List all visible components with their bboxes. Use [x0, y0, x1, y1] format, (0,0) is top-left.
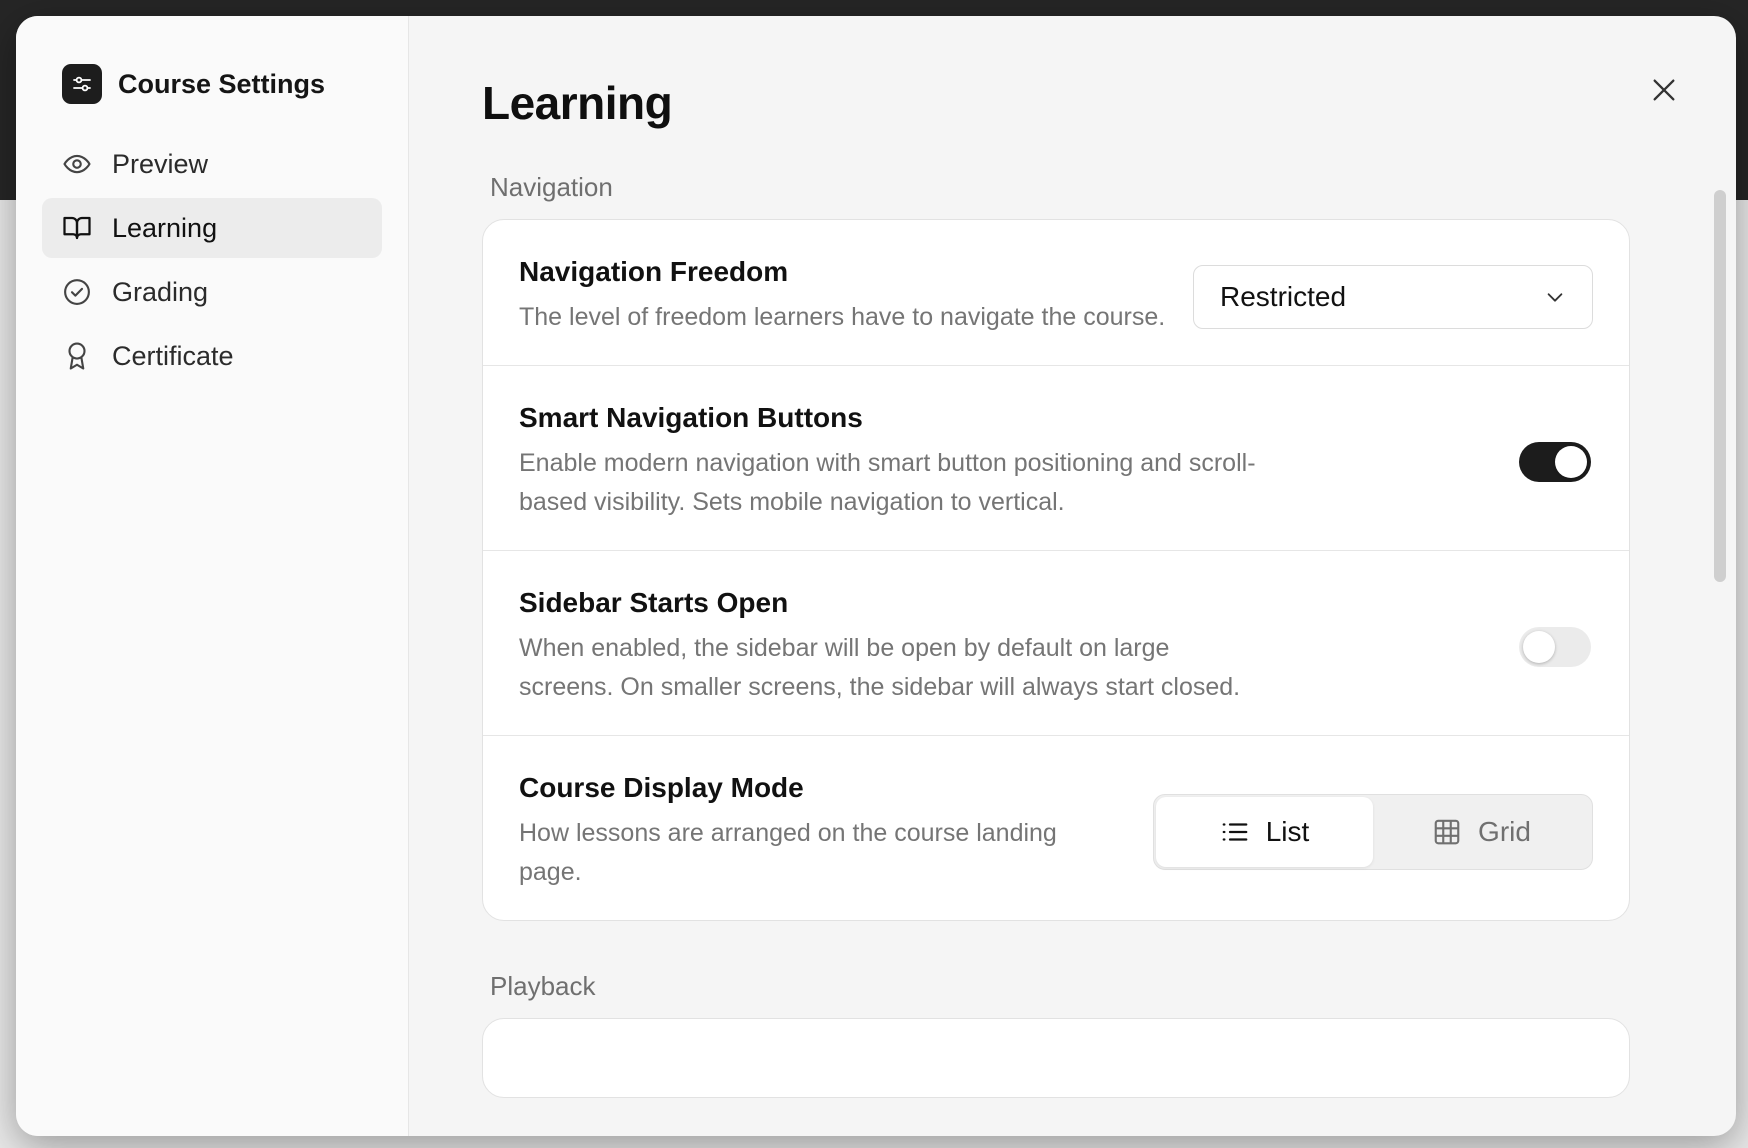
sidebar-open-toggle[interactable]: [1519, 627, 1591, 667]
setting-description: How lessons are arranged on the course l…: [519, 819, 1057, 886]
eye-icon: [63, 154, 91, 174]
toggle-knob: [1523, 631, 1555, 663]
page-title: Learning: [482, 77, 673, 129]
setting-title: Sidebar Starts Open: [519, 587, 789, 618]
toggle-knob: [1555, 446, 1587, 478]
option-label: Grid: [1478, 816, 1531, 847]
setting-title: Smart Navigation Buttons: [519, 402, 863, 433]
chevron-down-icon: [1547, 292, 1563, 302]
setting-row-display-mode: Course Display Mode How lessons are arra…: [483, 736, 1629, 920]
setting-title: Navigation Freedom: [519, 256, 789, 287]
sidebar-item-learning[interactable]: Learning: [42, 198, 382, 258]
section-label-playback: Playback: [490, 971, 596, 1001]
display-mode-grid-option[interactable]: Grid: [1373, 797, 1590, 867]
sidebar-title: Course Settings: [118, 68, 326, 99]
check-circle-icon: [64, 279, 90, 305]
sidebar-item-label: Grading: [112, 276, 209, 307]
sidebar-item-label: Learning: [112, 212, 218, 243]
sidebar-item-preview[interactable]: Preview: [42, 134, 382, 194]
close-button[interactable]: [1644, 70, 1684, 110]
navigation-freedom-select[interactable]: Restricted: [1193, 264, 1593, 329]
list-icon: [1222, 823, 1248, 841]
scrollbar-thumb[interactable]: [1714, 190, 1726, 582]
sidebar-header: Course Settings: [42, 64, 382, 104]
grid-icon: [1434, 819, 1460, 845]
display-mode-list-option[interactable]: List: [1156, 797, 1373, 867]
select-value: Restricted: [1220, 280, 1347, 312]
setting-row-navigation-freedom: Navigation Freedom The level of freedom …: [483, 220, 1629, 366]
sidebar-item-grading[interactable]: Grading: [42, 262, 382, 322]
setting-row-sidebar-open: Sidebar Starts Open When enabled, the si…: [483, 551, 1629, 736]
book-open-icon: [63, 216, 91, 240]
option-label: List: [1265, 816, 1310, 847]
award-icon: [68, 342, 86, 370]
setting-description: When enabled, the sidebar will be open b…: [519, 634, 1241, 701]
playback-card: [482, 1018, 1630, 1098]
sidebar-item-label: Certificate: [112, 340, 234, 371]
sidebar-item-certificate[interactable]: Certificate: [42, 326, 382, 386]
navigation-card: Navigation Freedom The level of freedom …: [482, 219, 1630, 921]
setting-description: Enable modern navigation with smart butt…: [519, 449, 1256, 516]
section-label-navigation: Navigation: [490, 172, 613, 202]
display-mode-segmented-control: List Grid: [1153, 794, 1593, 870]
close-icon: [1653, 79, 1675, 101]
sidebar-item-label: Preview: [112, 148, 209, 179]
settings-sidebar: Course Settings Preview Learning Grading…: [16, 16, 409, 1136]
setting-description: The level of freedom learners have to na…: [519, 303, 1166, 331]
settings-modal: Course Settings Preview Learning Grading…: [16, 16, 1736, 1136]
setting-row-smart-navigation: Smart Navigation Buttons Enable modern n…: [483, 366, 1629, 551]
settings-content: Learning Navigation Navigation Freedom T…: [409, 16, 1736, 1136]
smart-navigation-toggle[interactable]: [1519, 442, 1591, 482]
setting-title: Course Display Mode: [519, 772, 804, 803]
settings-sliders-icon: [62, 64, 102, 104]
